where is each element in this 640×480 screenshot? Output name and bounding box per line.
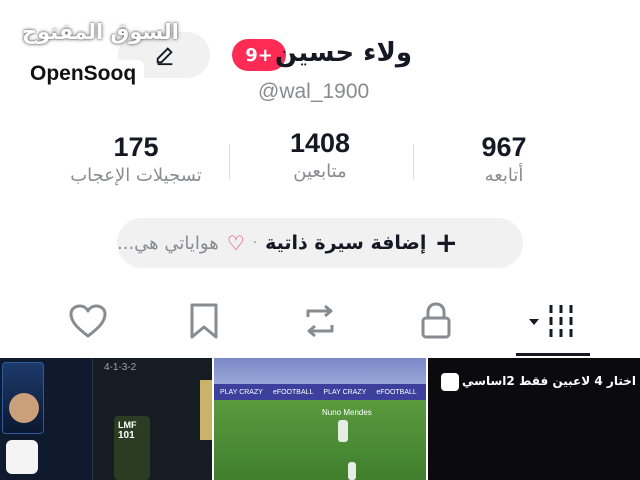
watermark-arabic: السوق المفتوح [22, 20, 179, 44]
add-bio-label: إضافة سيرة ذاتية [265, 232, 427, 254]
ad-board-text: eFOOTBALL [376, 388, 417, 396]
photo-icon [441, 373, 459, 391]
stat-following-label: أتابعه [484, 165, 524, 186]
stat-likes-value: 175 [113, 132, 159, 162]
stat-followers-label: متابعين [293, 161, 347, 182]
profile-handle: @wal_1900 [258, 80, 370, 103]
bio-separator: · [252, 235, 258, 251]
formation-label: 4-1-3-2 [104, 362, 137, 373]
video-thumbnail[interactable]: PLAY CRAZY eFOOTBALL PLAY CRAZY eFOOTBAL… [214, 358, 426, 480]
ad-board-text: PLAY CRAZY [323, 388, 367, 396]
player-name-label: Nuno Mendes [322, 408, 372, 417]
stat-following-value: 967 [481, 132, 527, 162]
bookmark-icon [190, 303, 218, 339]
heart-icon: ♡ [226, 231, 245, 255]
pitch-image [214, 400, 426, 480]
player-figure [348, 462, 356, 480]
video-thumbnail[interactable]: 4-1-3-2 LMF 101 [0, 358, 212, 480]
stadium-stand-image [214, 358, 426, 384]
player-card-image [2, 362, 44, 434]
add-bio-button[interactable]: + إضافة سيرة ذاتية · ♡ هواياتي هي... [117, 218, 523, 268]
stat-likes-label: تسجيلات الإعجاب [70, 165, 202, 186]
hobbies-label: هواياتي هي... [117, 232, 219, 254]
rating-label: 101 [118, 430, 135, 441]
tab-videos[interactable] [516, 298, 590, 344]
player-card-image [200, 380, 212, 440]
lock-icon [421, 302, 451, 339]
plus-icon: + [434, 226, 458, 259]
ad-board-text: PLAY CRAZY [220, 388, 263, 396]
active-tab-indicator [516, 353, 590, 356]
tab-reposts[interactable] [290, 298, 350, 344]
squad-panel [92, 358, 212, 480]
club-badge-image [6, 440, 38, 474]
pencil-icon [156, 47, 173, 66]
heart-icon [69, 304, 107, 338]
watermark-brand: OpenSooq [22, 60, 145, 88]
video-thumbnail[interactable]: اختار 4 لاعبين فقط 2اساسي 2ا [428, 358, 640, 480]
profile-name: ولاء حسين [274, 38, 412, 68]
stat-followers-value: 1408 [289, 128, 351, 158]
stat-likes[interactable]: 175 تسجيلات الإعجاب [36, 132, 236, 186]
videos-grid-icon [529, 305, 573, 337]
ad-board-text: eFOOTBALL [272, 388, 314, 396]
tab-private[interactable] [406, 298, 466, 344]
repost-icon [306, 304, 334, 338]
tab-saved[interactable] [174, 298, 234, 344]
stat-followers[interactable]: 1408 متابعين [220, 128, 420, 182]
player-figure [338, 420, 348, 442]
position-label: LMF [118, 420, 137, 430]
tab-liked-videos[interactable] [58, 298, 118, 344]
stat-following[interactable]: 967 أتابعه [404, 132, 604, 186]
video-caption: اختار 4 لاعبين فقط 2اساسي 2ا [445, 374, 636, 388]
ad-board: PLAY CRAZY eFOOTBALL PLAY CRAZY eFOOTBAL… [214, 384, 426, 400]
